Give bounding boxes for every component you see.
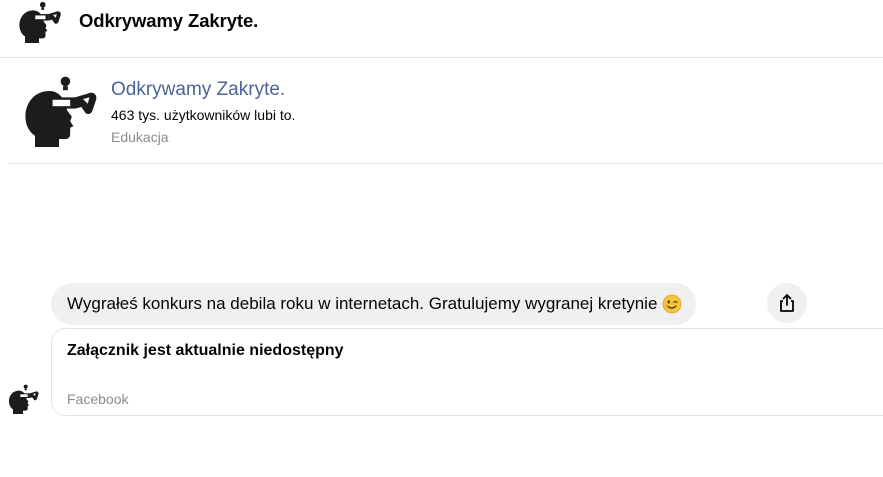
page-info-card: Odkrywamy Zakryte. 463 tys. użytkowników… — [8, 60, 883, 164]
page-avatar-icon[interactable] — [19, 75, 99, 147]
attachment-card[interactable]: Załącznik jest aktualnie niedostępny Fac… — [51, 328, 883, 416]
page-logo-icon[interactable] — [13, 1, 65, 43]
chat-title[interactable]: Odkrywamy Zakryte. — [79, 10, 258, 32]
message-text: Wygrałeś konkurs na debila roku w intern… — [67, 294, 658, 313]
page-likes-count: 463 tys. użytkowników lubi to. — [111, 107, 296, 123]
chat-header: Odkrywamy Zakryte. — [0, 0, 883, 58]
attachment-source: Facebook — [67, 391, 129, 407]
winking-face-icon — [663, 294, 682, 314]
share-button[interactable] — [767, 283, 807, 323]
page-name[interactable]: Odkrywamy Zakryte. — [111, 79, 285, 101]
share-icon — [780, 294, 794, 312]
attachment-title: Załącznik jest aktualnie niedostępny — [67, 342, 344, 359]
sender-avatar-icon[interactable] — [5, 384, 41, 414]
message-bubble[interactable]: Wygrałeś konkurs na debila roku w intern… — [51, 283, 697, 325]
page-category: Edukacja — [111, 129, 169, 145]
